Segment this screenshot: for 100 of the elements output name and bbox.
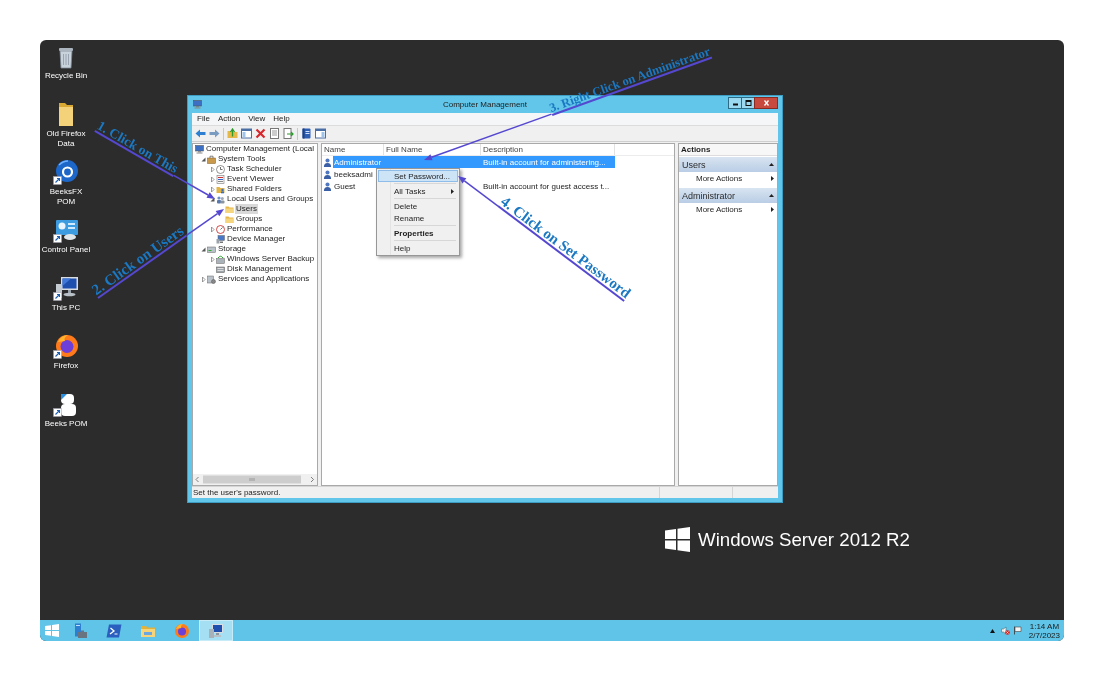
icon-label[interactable]: This PC	[41, 303, 91, 313]
tree-item[interactable]: Task Scheduler	[226, 164, 283, 174]
user-name[interactable]: beeksadmi	[333, 168, 374, 180]
menu-item[interactable]: Delete	[378, 200, 458, 212]
action-item[interactable]: More Actions	[679, 172, 777, 184]
actions-title: Actions	[679, 144, 777, 156]
submenu-arrow-icon	[771, 206, 774, 212]
maximize-button[interactable]	[741, 97, 755, 109]
clock-icon	[216, 164, 225, 174]
tree-item[interactable]: Computer Management (Local	[205, 144, 316, 154]
backup-icon	[216, 254, 225, 264]
toolbox-icon	[207, 154, 216, 164]
brand-text: Windows Server 2012 R2	[698, 528, 910, 551]
tree-item[interactable]: Event Viewer	[226, 174, 275, 184]
tree-item[interactable]: Services and Applications	[217, 274, 311, 284]
folder-up-icon[interactable]	[227, 128, 238, 139]
tree-item[interactable]: Groups	[235, 214, 264, 224]
menu-item[interactable]: Set Password...	[378, 170, 458, 182]
icon-label[interactable]: Beeks POM	[41, 419, 91, 429]
fox-globe-icon	[174, 622, 190, 639]
column-header[interactable]: Name	[322, 144, 384, 155]
delete-icon[interactable]	[255, 128, 266, 139]
arrow	[172, 174, 215, 199]
clock-time[interactable]: 1:14 AM	[1029, 621, 1060, 631]
shared-folder-icon	[216, 184, 225, 194]
control-panel-icon[interactable]	[53, 217, 79, 243]
collapsed-arrow-icon[interactable]	[209, 225, 216, 233]
fox-globe-icon[interactable]	[53, 333, 79, 359]
book-icon[interactable]	[301, 128, 312, 139]
window-title: Computer Management	[442, 100, 527, 109]
export-icon[interactable]	[283, 128, 294, 139]
menu-item[interactable]: Action	[213, 114, 245, 124]
collapsed-arrow-icon[interactable]	[209, 175, 216, 183]
status-text: Set the user's password.	[192, 487, 282, 498]
menu-item[interactable]: Help	[269, 114, 294, 124]
windows-logo-icon	[665, 527, 690, 552]
annotation-text: 2. Click on Users	[89, 223, 187, 298]
computer-icon	[208, 622, 224, 639]
terminal-icon	[106, 622, 122, 639]
menu-item[interactable]: View	[244, 114, 270, 124]
menu-item[interactable]: Help	[378, 242, 458, 254]
collapsed-arrow-icon[interactable]	[209, 255, 216, 263]
flag-icon[interactable]	[1012, 626, 1022, 635]
icon-label[interactable]: Firefox	[41, 361, 91, 371]
section-header[interactable]: Administrator	[679, 188, 777, 203]
menu-item[interactable]: Properties	[378, 227, 458, 239]
section-header[interactable]: Users	[679, 157, 777, 172]
server-toolbox-icon	[72, 622, 88, 639]
submenu-arrow-icon	[771, 175, 774, 181]
folder-icon	[225, 214, 234, 224]
document-icon[interactable]	[269, 128, 280, 139]
caret-up-icon[interactable]	[769, 163, 774, 166]
services-icon	[207, 274, 216, 284]
icon-label[interactable]: Recycle Bin	[41, 71, 91, 81]
collapsed-arrow-icon[interactable]	[209, 165, 216, 173]
tree-item[interactable]: Performance	[226, 224, 274, 234]
computer-icon	[193, 100, 202, 109]
user-icon	[323, 169, 332, 179]
submenu-arrow-icon	[451, 188, 454, 194]
caret-up-icon[interactable]	[769, 194, 774, 197]
expanded-arrow-icon[interactable]	[200, 245, 207, 253]
tree-item[interactable]: Local Users and Groups	[226, 194, 315, 204]
users-icon	[216, 194, 225, 204]
icon-label[interactable]: Control Panel	[41, 245, 91, 255]
icon-label[interactable]: Old Firefox Data	[41, 129, 91, 149]
icon-label[interactable]: BeeksFX POM	[41, 187, 91, 207]
collapsed-arrow-icon[interactable]	[200, 275, 207, 283]
tree-item[interactable]: Shared Folders	[226, 184, 283, 194]
gauge-icon	[216, 224, 225, 234]
computer-icon	[195, 144, 204, 154]
block-logo-icon[interactable]	[53, 391, 79, 417]
caret-up-icon[interactable]	[989, 628, 995, 633]
panel-icon[interactable]	[315, 128, 326, 139]
taskbar-button[interactable]	[199, 620, 233, 641]
close-button[interactable]	[754, 97, 778, 109]
collapsed-arrow-icon[interactable]	[209, 185, 216, 193]
minimize-button[interactable]	[728, 97, 742, 109]
speaker-muted-icon[interactable]	[1000, 626, 1010, 635]
tree-item[interactable]: System Tools	[217, 154, 267, 164]
menu-item[interactable]: All Tasks	[378, 185, 458, 197]
tree-item[interactable]: Windows Server Backup	[226, 254, 316, 264]
panel-icon[interactable]	[241, 128, 252, 139]
computer-icon[interactable]	[53, 275, 79, 301]
user-icon	[323, 157, 332, 167]
menu-item[interactable]: File	[193, 114, 214, 124]
circle-logo-icon[interactable]	[53, 159, 79, 185]
tree-item[interactable]: Users	[235, 204, 258, 214]
menu-item[interactable]: Rename	[378, 212, 458, 224]
action-item[interactable]: More Actions	[679, 203, 777, 215]
column-header[interactable]: Description	[481, 144, 615, 155]
scrollbar[interactable]	[193, 474, 317, 485]
tree-item[interactable]: Disk Management	[226, 264, 293, 274]
annotation-text: 1. Click on This	[95, 118, 181, 176]
tree-item[interactable]: Storage	[217, 244, 248, 254]
expanded-arrow-icon[interactable]	[200, 155, 207, 163]
back-icon[interactable]	[195, 128, 206, 139]
clock-date[interactable]: 2/7/2023	[1028, 630, 1060, 640]
storage-icon	[207, 244, 216, 254]
tree-item[interactable]: Device Manager	[226, 234, 287, 244]
user-name[interactable]: Guest	[333, 180, 357, 192]
